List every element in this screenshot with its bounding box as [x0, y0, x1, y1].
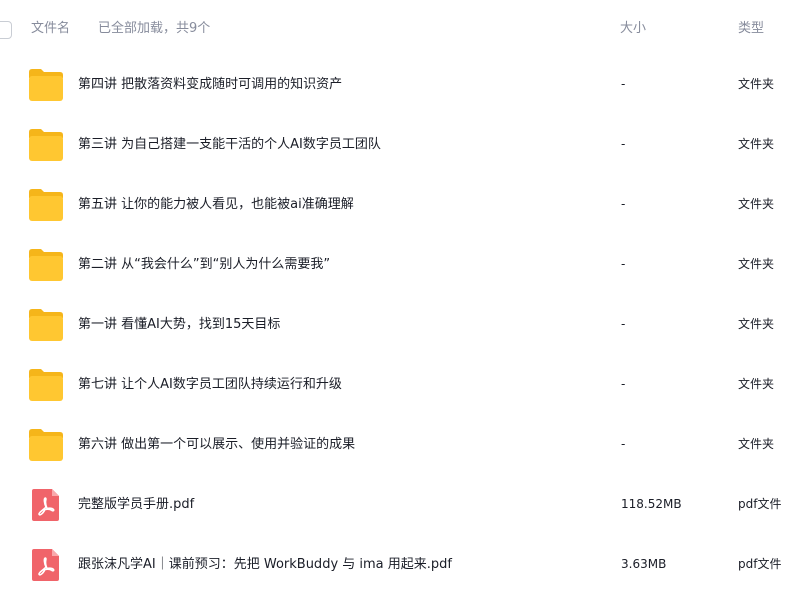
file-size: 118.52MB [621, 497, 682, 511]
select-all-checkbox[interactable] [0, 21, 12, 39]
file-name[interactable]: 跟张沫凡学AI｜课前预习：先把 WorkBuddy 与 ima 用起来.pdf [78, 555, 452, 574]
table-row[interactable]: 第四讲 把散落资料变成随时可调用的知识资产 - 文件夹 [0, 55, 811, 115]
file-list: 文件名 已全部加载，共9个 大小 类型 第四讲 把散落资料变成随时可调用的知识资… [0, 0, 811, 600]
file-size: - [621, 437, 626, 451]
file-name[interactable]: 第三讲 为自己搭建一支能干活的个人AI数字员工团队 [78, 135, 381, 154]
pdf-icon [28, 488, 64, 522]
column-header-name[interactable]: 文件名 [31, 20, 70, 37]
file-size: - [621, 137, 626, 151]
file-size: - [621, 317, 626, 331]
folder-icon [28, 368, 64, 402]
file-name[interactable]: 第六讲 做出第一个可以展示、使用并验证的成果 [78, 435, 355, 454]
file-type: 文件夹 [738, 197, 775, 211]
file-type: pdf文件 [738, 497, 782, 511]
file-name[interactable]: 第二讲 从“我会什么”到“别人为什么需要我” [78, 255, 330, 274]
file-type: pdf文件 [738, 557, 782, 571]
load-status: 已全部加载，共9个 [98, 21, 211, 36]
folder-icon [28, 248, 64, 282]
table-row[interactable]: 第六讲 做出第一个可以展示、使用并验证的成果 - 文件夹 [0, 415, 811, 475]
file-type: 文件夹 [738, 257, 775, 271]
file-size: - [621, 77, 626, 91]
folder-icon [28, 428, 64, 462]
column-header-size[interactable]: 大小 [620, 20, 646, 37]
file-type: 文件夹 [738, 77, 775, 91]
table-row[interactable]: 跟张沫凡学AI｜课前预习：先把 WorkBuddy 与 ima 用起来.pdf 3… [0, 535, 811, 595]
folder-icon [28, 128, 64, 162]
file-type: 文件夹 [738, 437, 775, 451]
file-size: 3.63MB [621, 557, 667, 571]
file-type: 文件夹 [738, 137, 775, 151]
table-row[interactable]: 完整版学员手册.pdf 118.52MB pdf文件 [0, 475, 811, 535]
list-header: 文件名 已全部加载，共9个 大小 类型 [0, 0, 811, 58]
folder-icon [28, 188, 64, 222]
table-row[interactable]: 第二讲 从“我会什么”到“别人为什么需要我” - 文件夹 [0, 235, 811, 295]
table-row[interactable]: 第七讲 让个人AI数字员工团队持续运行和升级 - 文件夹 [0, 355, 811, 415]
table-row[interactable]: 第五讲 让你的能力被人看见，也能被ai准确理解 - 文件夹 [0, 175, 811, 235]
column-header-type[interactable]: 类型 [738, 20, 764, 37]
table-row[interactable]: 第一讲 看懂AI大势，找到15天目标 - 文件夹 [0, 295, 811, 355]
file-name[interactable]: 完整版学员手册.pdf [78, 495, 194, 514]
file-rows: 第四讲 把散落资料变成随时可调用的知识资产 - 文件夹 第三讲 为自己搭建一支能干活的… [0, 55, 811, 595]
file-size: - [621, 377, 626, 391]
folder-icon [28, 308, 64, 342]
file-name[interactable]: 第五讲 让你的能力被人看见，也能被ai准确理解 [78, 195, 354, 214]
pdf-icon [28, 548, 64, 582]
file-name[interactable]: 第四讲 把散落资料变成随时可调用的知识资产 [78, 75, 342, 94]
file-type: 文件夹 [738, 377, 775, 391]
file-size: - [621, 197, 626, 211]
folder-icon [28, 68, 64, 102]
file-size: - [621, 257, 626, 271]
file-name[interactable]: 第一讲 看懂AI大势，找到15天目标 [78, 315, 280, 334]
file-type: 文件夹 [738, 317, 775, 331]
table-row[interactable]: 第三讲 为自己搭建一支能干活的个人AI数字员工团队 - 文件夹 [0, 115, 811, 175]
file-name[interactable]: 第七讲 让个人AI数字员工团队持续运行和升级 [78, 375, 342, 394]
